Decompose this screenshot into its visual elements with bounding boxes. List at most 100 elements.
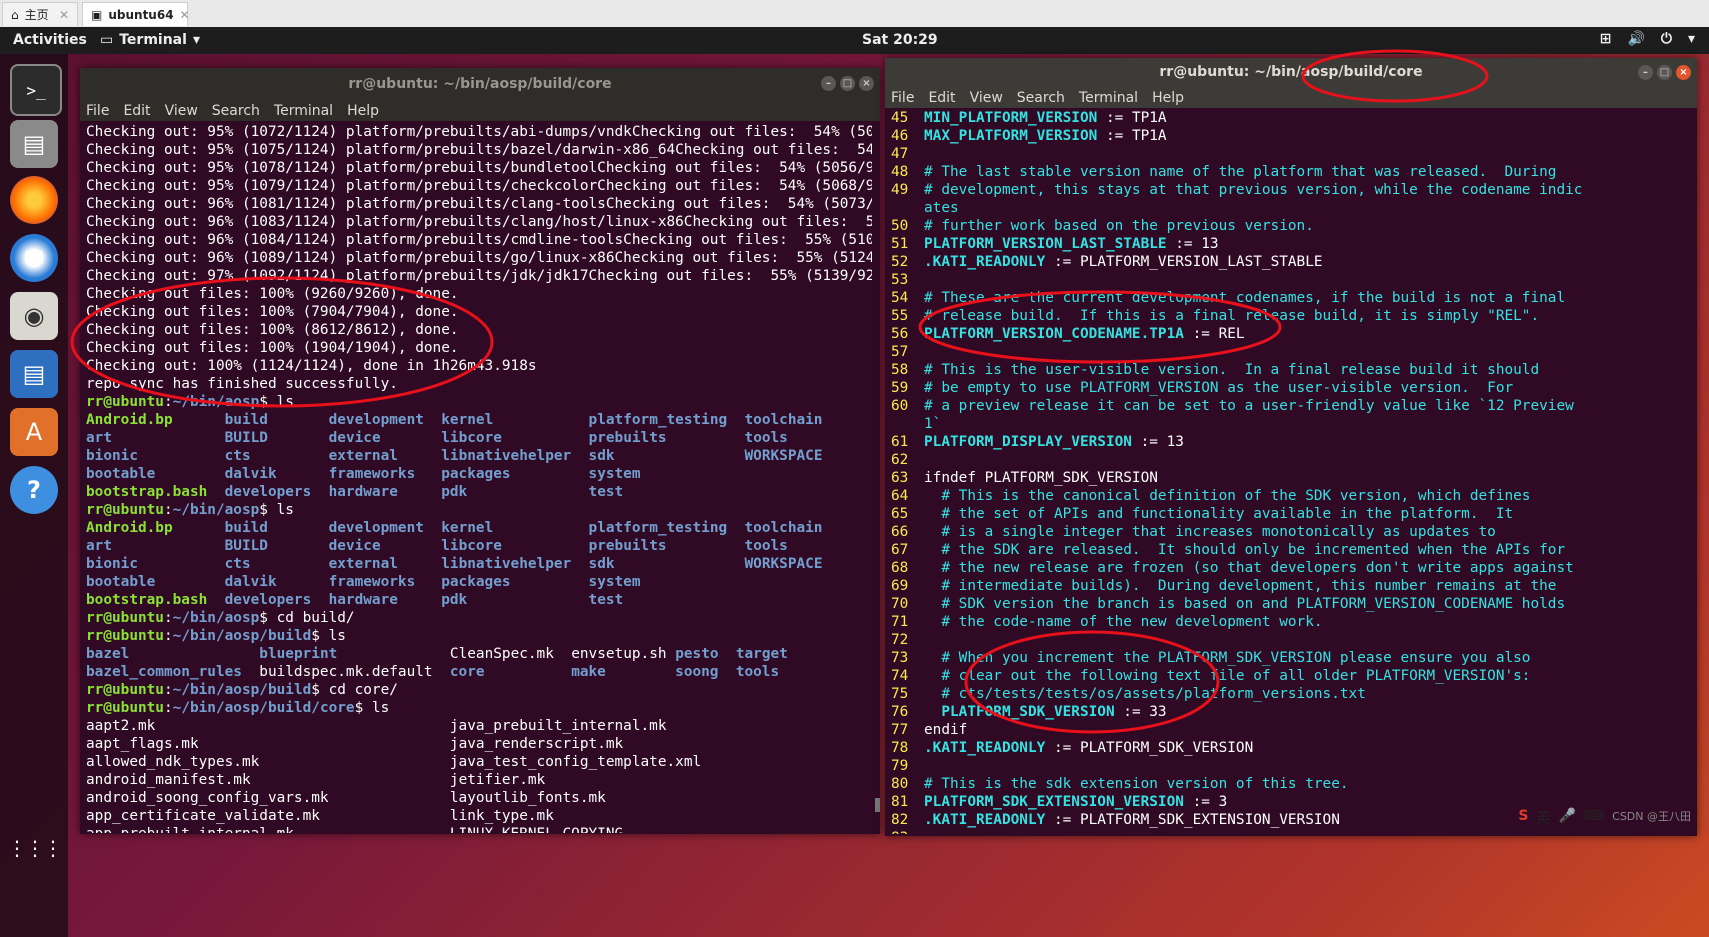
menu-help[interactable]: Help — [347, 103, 379, 119]
sogou-icon[interactable]: S — [1518, 808, 1528, 828]
close-icon[interactable]: ✕ — [59, 8, 69, 22]
terminal-line: Android.bp build development kernel plat… — [86, 519, 872, 537]
ls-entry: bazel — [86, 646, 130, 662]
ls-entry: buildspec.mk.default — [259, 664, 433, 680]
ls-entry: java_prebuilt_internal.mk — [449, 718, 667, 734]
terminal-line: 64 # This is the canonical definition of… — [891, 487, 1693, 505]
terminal-line: 62 — [891, 451, 1693, 469]
prompt-path: ~/bin/aosp/build — [172, 628, 312, 644]
ls-entry: BUILD — [224, 430, 268, 446]
terminal-line: 73 # When you increment the PLATFORM_SDK… — [891, 649, 1693, 667]
line-number: 54 — [891, 290, 909, 306]
prompt-user: rr@ubuntu — [86, 682, 164, 698]
app-menu-button[interactable]: ▭ Terminal ▾ — [100, 32, 200, 48]
thunderbird-icon[interactable]: ✉ — [10, 234, 58, 282]
code-value: := 33 — [1123, 704, 1167, 720]
terminal-line: 78 .KATI_READONLY := PLATFORM_SDK_VERSION — [891, 739, 1693, 757]
maximize-icon[interactable]: □ — [1657, 65, 1672, 80]
ls-entry: development — [328, 412, 424, 428]
code-text: # the new release are frozen (so that de… — [924, 560, 1574, 576]
ls-entry: bootable — [86, 574, 156, 590]
code-variable: .KATI_READONLY — [924, 740, 1054, 756]
code-text: ifndef PLATFORM_SDK_VERSION — [924, 470, 1158, 486]
terminal-line: Checking out: 95% (1075/1124) platform/p… — [86, 141, 872, 159]
menu-view[interactable]: View — [970, 90, 1003, 106]
ls-entry: bionic — [86, 448, 138, 464]
menu-help[interactable]: Help — [1152, 90, 1184, 106]
line-number: 53 — [891, 272, 909, 288]
line-number: 82 — [891, 812, 909, 828]
line-number: 57 — [891, 344, 909, 360]
terminal-line: 56 PLATFORM_VERSION_CODENAME.TP1A := REL — [891, 325, 1693, 343]
firefox-icon[interactable] — [10, 176, 58, 224]
output-line: Checking out: 95% (1079/1124) platform/p… — [86, 178, 872, 194]
output-line: Checking out: 96% (1084/1124) platform/p… — [86, 232, 872, 248]
menu-search[interactable]: Search — [1017, 90, 1065, 106]
scrollbar[interactable] — [875, 798, 880, 812]
terminal-line: Checking out: 96% (1081/1124) platform/p… — [86, 195, 872, 213]
terminal-line: 49 # development, this stays at that prev… — [891, 181, 1693, 199]
line-number: 60 — [891, 398, 909, 414]
menu-search[interactable]: Search — [212, 103, 260, 119]
clock[interactable]: Sat 20:29 — [862, 32, 938, 48]
menu-terminal[interactable]: Terminal — [274, 103, 333, 119]
terminal-line: bootstrap.bash developers hardware pdk t… — [86, 483, 872, 501]
terminal-window-right[interactable]: rr@ubuntu: ~/bin/aosp/build/core – □ × F… — [885, 58, 1697, 836]
close-icon[interactable]: × — [859, 76, 874, 91]
vm-tab-home[interactable]: ⌂ 主页 ✕ — [2, 2, 78, 26]
terminal-line: bazel blueprint CleanSpec.mk envsetup.sh… — [86, 645, 872, 663]
help-icon[interactable]: ? — [10, 466, 58, 514]
ls-entry: pdk — [441, 484, 468, 500]
window-titlebar[interactable]: rr@ubuntu: ~/bin/aosp/build/core – □ × — [885, 58, 1697, 87]
line-number: 58 — [891, 362, 909, 378]
window-titlebar[interactable]: rr@ubuntu: ~/bin/aosp/build/core – □ × — [80, 68, 880, 100]
menu-edit[interactable]: Edit — [928, 90, 955, 106]
minimize-icon[interactable]: – — [821, 76, 836, 91]
ls-entry: packages — [441, 466, 511, 482]
system-tray[interactable]: ⊞ 🔊 ⏻ ▾ — [1600, 31, 1695, 47]
ls-entry: dalvik — [224, 466, 277, 482]
line-number: 77 — [891, 722, 909, 738]
terminal-output[interactable]: Checking out: 95% (1072/1124) platform/p… — [86, 123, 872, 833]
ls-entry: WORKSPACE — [744, 448, 823, 464]
menu-edit[interactable]: Edit — [123, 103, 150, 119]
libreoffice-writer-icon[interactable]: ▤ — [10, 350, 58, 398]
vim-editor[interactable]: 45 MIN_PLATFORM_VERSION := TP1A 46 MAX_PLAT… — [891, 109, 1693, 834]
maximize-icon[interactable]: □ — [840, 76, 855, 91]
software-center-icon[interactable]: A — [10, 408, 58, 456]
microphone-icon[interactable]: 🎤 — [1558, 808, 1575, 828]
home-icon: ⌂ — [11, 7, 19, 22]
minimize-icon[interactable]: – — [1638, 65, 1653, 80]
ime-label[interactable]: 英 — [1536, 808, 1550, 828]
close-icon[interactable]: × — [1676, 65, 1691, 80]
code-text: # intermediate builds). During developme… — [924, 578, 1557, 594]
code-text: # This is the sdk extension version of t… — [924, 776, 1349, 792]
line-number: 64 — [891, 488, 909, 504]
prompt-command: $ ls — [259, 502, 294, 518]
terminal-window-left[interactable]: rr@ubuntu: ~/bin/aosp/build/core – □ × F… — [80, 68, 880, 834]
activities-button[interactable]: Activities — [13, 32, 87, 48]
terminal-line: Checking out: 95% (1079/1124) platform/p… — [86, 177, 872, 195]
close-icon[interactable]: ✕ — [180, 8, 190, 22]
menu-file[interactable]: File — [891, 90, 914, 106]
vm-tab-ubuntu64[interactable]: ▣ ubuntu64 ✕ — [82, 2, 190, 26]
ls-entry: toolchain — [744, 412, 823, 428]
terminal-line: 59 # be empty to use PLATFORM_VERSION as … — [891, 379, 1693, 397]
ls-entry: developers — [224, 484, 312, 500]
show-apps-icon[interactable]: ⋮⋮⋮ — [7, 824, 63, 872]
keyboard-icon[interactable]: ⌨ — [1584, 808, 1604, 828]
menu-view[interactable]: View — [165, 103, 198, 119]
menu-file[interactable]: File — [86, 103, 109, 119]
menu-terminal[interactable]: Terminal — [1079, 90, 1138, 106]
terminal-line: Checking out: 95% (1078/1124) platform/p… — [86, 159, 872, 177]
terminal-icon[interactable]: >_ — [10, 64, 62, 116]
files-icon[interactable]: ▤ — [10, 120, 58, 168]
rhythmbox-icon[interactable]: ◉ — [10, 292, 58, 340]
ls-entry: platform_testing — [588, 520, 728, 536]
terminal-menubar: File Edit View Search Terminal Help — [885, 87, 1697, 108]
